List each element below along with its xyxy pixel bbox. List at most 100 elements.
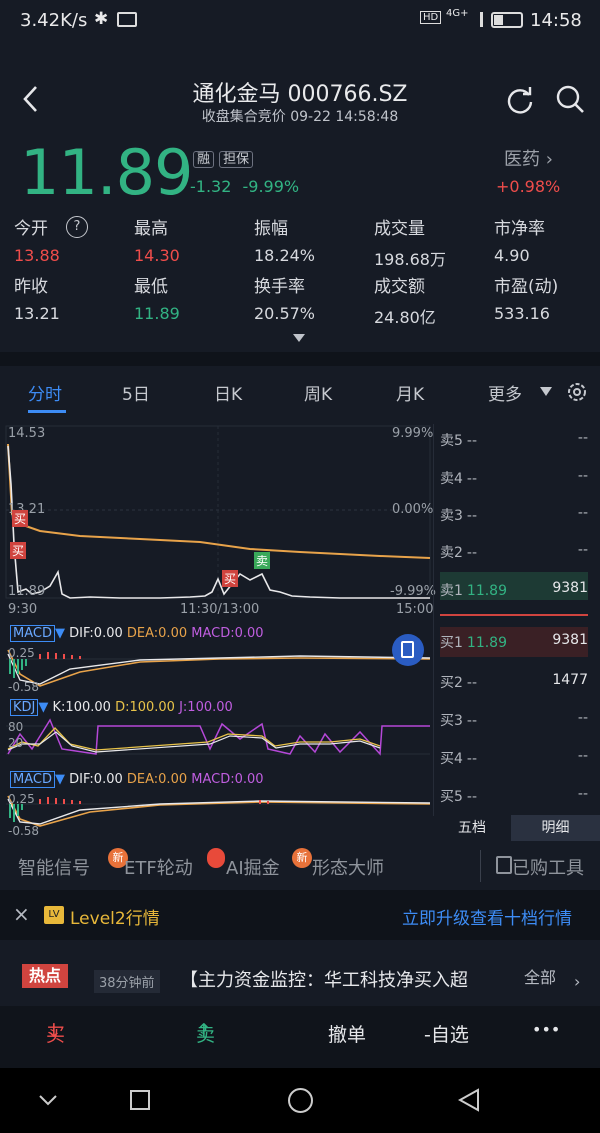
tool-ai-mining[interactable]: AI掘金 <box>226 854 280 880</box>
purchased-tools-icon[interactable] <box>496 856 512 874</box>
bid-level-volume: 1477 <box>552 672 588 688</box>
tool-purchased[interactable]: 已购工具 <box>512 854 584 880</box>
ask-level-row[interactable]: 卖1 11.89 9381 <box>440 580 588 600</box>
kdj-d: D:100.00 <box>115 700 175 715</box>
stat-value: 4.90 <box>494 246 530 265</box>
change-percent: -9.99% <box>242 177 300 196</box>
tab-detail[interactable]: 明细 <box>511 815 600 841</box>
network-type: 4G+ <box>446 8 469 19</box>
ask-level-volume: -- <box>577 468 588 484</box>
more-dropdown-icon[interactable] <box>540 387 552 397</box>
sell-marker[interactable]: 卖 <box>254 552 271 569</box>
macd-selector[interactable]: MACD <box>10 771 55 788</box>
collateral-tag: 担保 <box>219 151 254 168</box>
sector-link[interactable]: 医药 › <box>504 145 553 171</box>
tab-daily-k[interactable]: 日K <box>214 380 242 405</box>
ask-level-volume: -- <box>577 542 588 558</box>
tool-pattern-master[interactable]: 形态大师 <box>312 854 384 880</box>
bid-level-label: 买3 <box>440 713 463 729</box>
kdj-axis-bottom: 20 <box>8 736 24 750</box>
expand-arrow-icon[interactable] <box>292 333 306 343</box>
search-icon[interactable] <box>555 84 587 116</box>
cancel-order-button[interactable]: 撤单 <box>328 1020 366 1047</box>
nav-recents-icon[interactable] <box>130 1090 150 1110</box>
buy-marker[interactable]: 买 <box>12 510 29 527</box>
more-icon[interactable]: ••• <box>532 1020 560 1039</box>
upgrade-link[interactable]: 立即升级查看十档行情 <box>402 904 572 929</box>
system-nav-bar <box>0 1068 600 1133</box>
stat-label: 昨收 <box>14 277 48 297</box>
tab-five-levels[interactable]: 五档 <box>433 815 511 841</box>
pct-axis-top: 9.99% <box>392 426 434 441</box>
chevron-right-icon: › <box>545 149 553 170</box>
last-price: 11.89 <box>20 136 193 209</box>
nav-down-icon[interactable] <box>38 1094 58 1108</box>
level2-banner[interactable]: × LV Level2行情 立即升级查看十档行情 <box>0 890 600 940</box>
stat-value: 24.80亿 <box>374 308 436 327</box>
bid-level-row[interactable]: 买3 -- -- <box>440 710 588 730</box>
tab-more[interactable]: 更多 <box>488 380 522 405</box>
ask-level-volume: 9381 <box>552 580 588 596</box>
news-all[interactable]: 全部 <box>524 964 556 988</box>
settings-gear-icon[interactable] <box>565 380 589 404</box>
dropdown-icon[interactable]: ▼ <box>38 700 48 715</box>
bid-level-row[interactable]: 买5 -- -- <box>440 786 588 806</box>
macd-value: MACD:0.00 <box>191 626 264 641</box>
macd-selector[interactable]: MACD <box>10 625 55 642</box>
nav-back-icon[interactable] <box>458 1088 480 1112</box>
tool-etf-rotation[interactable]: ETF轮动 <box>124 854 193 880</box>
bid-level-volume: -- <box>577 710 588 726</box>
clock: 14:58 <box>530 10 582 31</box>
stat-label: 成交量 <box>374 219 425 239</box>
divider <box>0 352 600 366</box>
buy-marker[interactable]: 买 <box>222 570 239 587</box>
remove-watchlist-button[interactable]: -自选 <box>424 1020 469 1047</box>
bid-level-price: -- <box>466 675 478 691</box>
dropdown-icon[interactable]: ▼ <box>55 626 65 641</box>
help-icon[interactable]: ? <box>66 216 88 238</box>
tab-5day[interactable]: 5日 <box>122 380 150 405</box>
hd-icon: HD <box>420 11 442 24</box>
bid-level-row[interactable]: 买2 -- 1477 <box>440 672 588 692</box>
ask-level-label: 卖2 <box>440 545 463 561</box>
rotate-screen-icon[interactable] <box>392 634 424 666</box>
intraday-chart-panel: 14.53 13.21 11.89 9.99% 0.00% -9.99% 9:3… <box>0 424 600 844</box>
news-headline[interactable]: 【主力资金监控：华工科技净买入超 <box>180 966 510 992</box>
kdj-j: J:100.00 <box>179 700 233 715</box>
dropdown-icon[interactable]: ▼ <box>55 772 65 787</box>
stats-grid: 今开 13.88 最高 14.30 振幅 18.24% 成交量 198.68万 市净率 4.90 昨… <box>0 214 600 329</box>
ask-level-row[interactable]: 卖2 -- -- <box>440 542 588 562</box>
level2-icon: LV <box>44 906 64 924</box>
stat-label: 换手率 <box>254 277 305 297</box>
buy-marker[interactable]: 买 <box>10 542 27 559</box>
ask-level-row[interactable]: 卖5 -- -- <box>440 430 588 450</box>
tags: 融 担保 <box>193 148 254 168</box>
close-icon[interactable]: × <box>13 902 30 926</box>
refresh-icon[interactable] <box>505 85 535 115</box>
sector-change: +0.98% <box>496 177 561 196</box>
ask-level-row[interactable]: 卖3 -- -- <box>440 505 588 525</box>
ask-level-row[interactable]: 卖4 -- -- <box>440 468 588 488</box>
spread-line <box>440 614 588 616</box>
bid-level-label: 买1 <box>440 635 463 651</box>
tab-weekly-k[interactable]: 周K <box>304 380 332 405</box>
tab-intraday[interactable]: 分时 <box>28 380 62 405</box>
tab-monthly-k[interactable]: 月K <box>396 380 424 405</box>
bid-level-row[interactable]: 买1 11.89 9381 <box>440 632 588 652</box>
macd-legend: MACD ▼ DIF:0.00 DEA:0.00 MACD:0.00 <box>10 625 264 642</box>
nav-home-icon[interactable] <box>288 1088 313 1113</box>
tab-indicator <box>28 410 66 413</box>
bid-level-row[interactable]: 买4 -- -- <box>440 748 588 768</box>
stat-label: 市盈(动) <box>494 277 559 297</box>
level2-label: Level2行情 <box>70 909 160 929</box>
pct-axis-bottom: -9.99% <box>390 584 436 599</box>
tool-smart-signal[interactable]: 智能信号 <box>18 854 90 880</box>
hot-tag: 热点 <box>22 964 68 988</box>
kdj-selector[interactable]: KDJ <box>10 699 39 716</box>
news-ticker[interactable]: 热点 38分钟前 【主力资金监控：华工科技净买入超 全部 › <box>0 950 600 1006</box>
kdj-legend: KDJ ▼ K:100.00 D:100.00 J:100.00 <box>10 699 233 716</box>
price-change: -1.32 -9.99% <box>190 177 299 196</box>
chevron-right-icon[interactable]: › <box>574 972 580 991</box>
time-start: 9:30 <box>8 602 38 617</box>
macd-legend-2: MACD ▼ DIF:0.00 DEA:0.00 MACD:0.00 <box>10 771 264 788</box>
